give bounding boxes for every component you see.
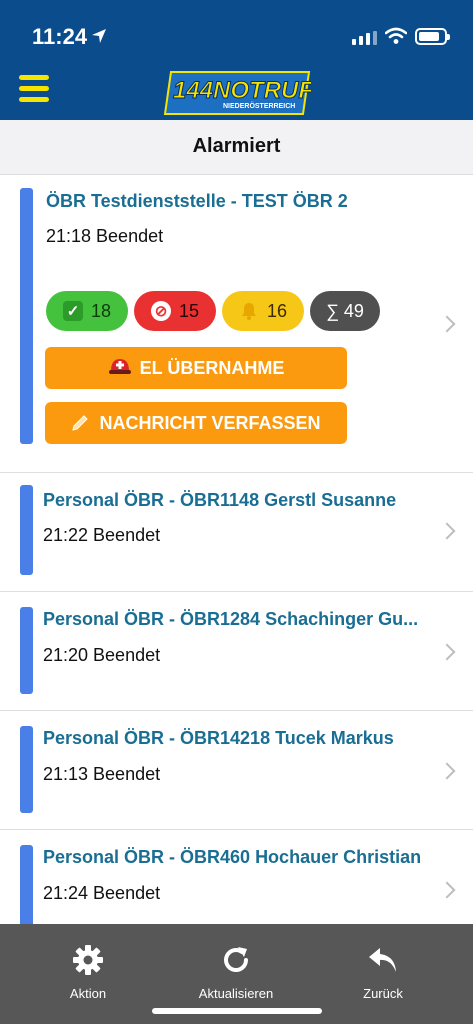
alerted-count: 16 [266,300,288,321]
prohibited-icon: ⊘ [150,301,171,321]
notruf-logo: 144NOTRUF NIEDERÖSTERREICH [163,71,311,115]
action-label: Aktion [69,986,107,1001]
response-counts: ✓ 18 ⊘ 15 16 ∑ 49 [46,291,380,331]
total-count-badge: ∑ 49 [310,291,380,331]
declined-count: 15 [178,300,200,321]
item-title: Personal ÖBR - ÖBR14218 Tucek Markus [43,728,394,748]
el-takeover-label: EL ÜBERNAHME [139,357,285,378]
item-status: 21:24 Beendet [43,883,161,903]
gear-icon [73,945,103,975]
item-status: 21:22 Beendet [43,525,161,545]
list-item[interactable]: Personal ÖBR - ÖBR1284 Schachinger Gu...… [0,592,473,711]
pencil-icon [71,411,91,436]
bell-icon [239,301,259,321]
item-title: ÖBR Testdienststelle - TEST ÖBR 2 [46,191,348,211]
refresh-tab[interactable]: Aktualisieren [176,944,296,1001]
wifi-icon [385,27,407,44]
rescue-helmet-icon [108,356,132,381]
status-time: 11:24 [32,24,88,49]
refresh-label: Aktualisieren [198,986,274,1001]
back-tab[interactable]: Zurück [323,944,443,1001]
menu-icon[interactable] [19,75,49,105]
status-color-bar [20,726,33,813]
home-indicator[interactable] [152,1008,322,1014]
alarm-list: ÖBR Testdienststelle - TEST ÖBR 2 21:18 … [0,176,473,924]
action-tab[interactable]: Aktion [28,944,148,1001]
top-bar: 11:24 144NOTRUF NIEDERÖSTERREICH [0,0,473,120]
el-takeover-button[interactable]: EL ÜBERNAHME [45,347,347,389]
item-status: 21:18 Beendet [46,226,164,246]
chevron-right-icon [438,881,456,899]
declined-count-badge: ⊘ 15 [134,291,216,331]
check-icon: ✓ [62,301,83,321]
chevron-right-icon [438,643,456,661]
list-item[interactable]: Personal ÖBR - ÖBR1148 Gerstl Susanne 21… [0,473,473,592]
status-color-bar [20,188,33,444]
compose-message-label: NACHRICHT VERFASSEN [99,412,321,433]
chevron-right-icon [438,522,456,540]
status-bar: 11:24 [0,0,473,72]
logo-text: 144NOTRUF [173,77,311,104]
accepted-count-badge: ✓ 18 [46,291,128,331]
item-status: 21:20 Beendet [43,645,161,665]
accepted-count: 18 [90,300,112,321]
item-title: Personal ÖBR - ÖBR1284 Schachinger Gu... [43,609,419,629]
cellular-signal-icon [352,31,377,45]
page-title: Alarmiert [192,135,281,157]
logo-subtext: NIEDERÖSTERREICH [223,101,295,110]
alerted-count-badge: 16 [222,291,304,331]
status-color-bar [20,845,33,924]
refresh-icon [224,947,248,972]
back-label: Zurück [363,986,403,1001]
chevron-right-icon [438,762,456,780]
title-bar: Alarmiert [0,120,473,175]
location-arrow-icon [92,29,106,43]
battery-icon [415,28,450,45]
reply-arrow-icon [369,948,396,972]
item-status: 21:13 Beendet [43,764,161,784]
compose-message-button[interactable]: NACHRICHT VERFASSEN [45,402,347,444]
list-item-test-obr[interactable]: ÖBR Testdienststelle - TEST ÖBR 2 21:18 … [0,176,473,473]
item-title: Personal ÖBR - ÖBR460 Hochauer Christian [43,847,422,867]
total-count: ∑ 49 [326,300,364,321]
list-item[interactable]: Personal ÖBR - ÖBR14218 Tucek Markus 21:… [0,711,473,830]
item-title: Personal ÖBR - ÖBR1148 Gerstl Susanne [43,490,397,510]
list-item[interactable]: Personal ÖBR - ÖBR460 Hochauer Christian… [0,830,473,924]
status-color-bar [20,485,33,575]
status-color-bar [20,607,33,694]
chevron-right-icon [438,315,456,333]
